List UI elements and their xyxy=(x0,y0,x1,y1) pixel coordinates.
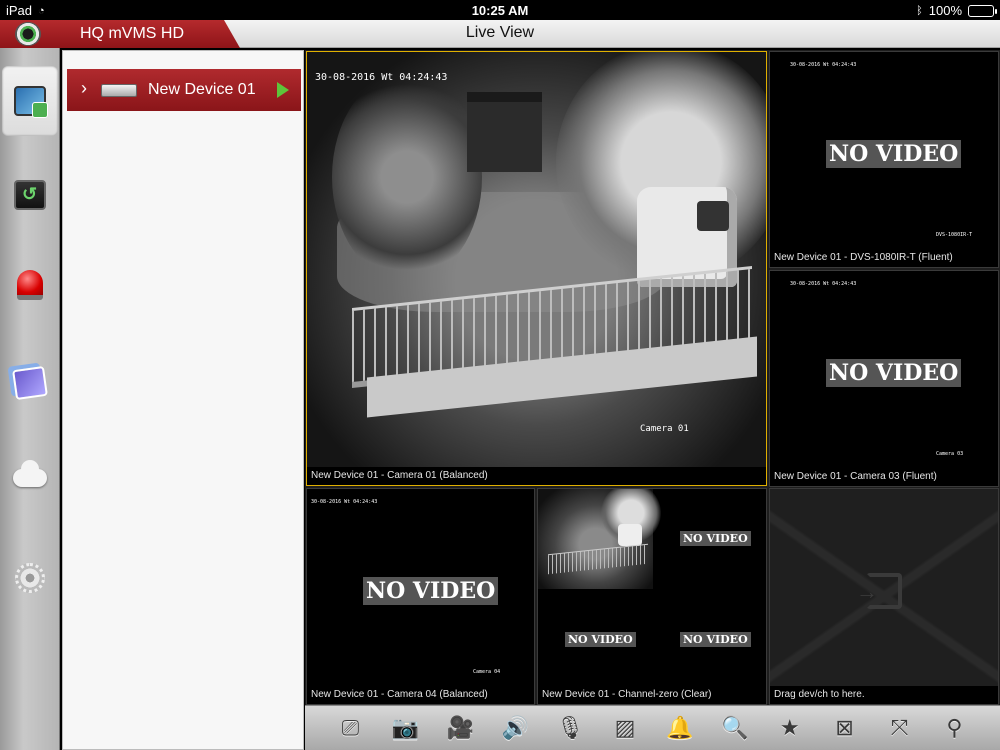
no-video-label: NO VIDEO xyxy=(363,577,499,605)
empty-video-slot[interactable]: Drag dev/ch to here. xyxy=(769,488,999,705)
osd-timestamp: 30-08-2016 Wt 04:24:43 xyxy=(790,281,857,287)
battery-percent: 100% xyxy=(928,3,962,18)
tile-caption: New Device 01 - Camera 04 (Balanced) xyxy=(307,686,534,704)
close-all-icon: ⊠ xyxy=(835,715,854,740)
video-tile-camera-03[interactable]: 30-08-2016 Wt 04:24:43 NO VIDEO Camera 0… xyxy=(769,270,999,487)
fullscreen-icon: ⤧ xyxy=(890,715,909,740)
no-video-label: NO VIDEO xyxy=(565,632,636,647)
record-button[interactable]: 🎥 xyxy=(443,712,477,744)
nav-media[interactable] xyxy=(2,348,58,418)
chevron-right-icon[interactable]: › xyxy=(81,78,87,99)
osd-camera-name: DVS-1080IR-T xyxy=(936,232,973,238)
image-quality-icon: ▨ xyxy=(614,715,636,740)
device-list-panel: › New Device 01 xyxy=(62,50,304,750)
capture-playback-button[interactable]: ⎚ xyxy=(333,712,367,744)
no-video-label: NO VIDEO xyxy=(680,531,751,546)
scene-tree-left xyxy=(332,72,482,282)
nav-playback[interactable] xyxy=(2,160,58,230)
ptz-icon: 🔔 xyxy=(666,715,694,740)
play-icon[interactable] xyxy=(277,82,289,98)
video-tile-camera-04[interactable]: 30-08-2016 Wt 04:24:43 NO VIDEO Camera 0… xyxy=(306,488,535,705)
ptz-button[interactable]: 🔔 xyxy=(663,712,697,744)
favorite-button[interactable]: ★ xyxy=(773,712,807,744)
location-button[interactable]: ⚲ xyxy=(937,712,971,744)
title-bar: HQ mVMS HD Live View xyxy=(0,20,1000,48)
camera-icon: 📷 xyxy=(391,715,420,740)
tile-caption: New Device 01 - Camera 01 (Balanced) xyxy=(307,467,766,485)
mini-van xyxy=(618,524,642,546)
no-video-label: NO VIDEO xyxy=(826,140,962,168)
mini-fence xyxy=(548,543,648,575)
osd-camera-name: Camera 01 xyxy=(640,424,689,434)
speaker-icon: 🔊 xyxy=(501,715,529,740)
scene-van-window xyxy=(697,201,729,231)
microphone-icon: 🎙 xyxy=(556,715,585,740)
clock: 10:25 AM xyxy=(471,3,529,18)
video-tile-camera-01[interactable]: 30-08-2016 Wt 04:24:43 Camera 01 New Dev… xyxy=(306,51,767,486)
zoom-in-icon: 🔍 xyxy=(721,715,749,740)
battery-icon xyxy=(968,4,997,17)
drag-drop-icon xyxy=(856,573,902,609)
nav-rail xyxy=(0,48,60,750)
tile-caption: New Device 01 - DVS-1080IR-T (Fluent) xyxy=(770,249,998,267)
alarm-icon xyxy=(17,270,43,300)
dvr-icon xyxy=(101,84,137,97)
bluetooth-icon: ᛒ xyxy=(916,4,923,17)
video-tile-channel-zero[interactable]: NO VIDEO NO VIDEO NO VIDEO New Device 01… xyxy=(537,488,767,705)
live-view-icon xyxy=(14,86,48,118)
digital-zoom-button[interactable]: 🔍 xyxy=(718,712,752,744)
capture-playback-icon: ⎚ xyxy=(341,715,360,740)
settings-icon xyxy=(15,563,45,593)
close-all-button[interactable]: ⊠ xyxy=(828,712,862,744)
app-name: HQ mVMS HD xyxy=(80,25,184,42)
mini-video-feed xyxy=(538,489,661,589)
scene-building xyxy=(467,92,542,172)
video-grid: 30-08-2016 Wt 04:24:43 Camera 01 New Dev… xyxy=(305,50,1000,705)
nav-alarm[interactable] xyxy=(2,250,58,320)
fullscreen-button[interactable]: ⤧ xyxy=(883,712,917,744)
status-bar: iPad ◔ 10:25 AM ᛒ 100% xyxy=(0,0,1000,20)
playback-icon xyxy=(14,180,46,210)
image-quality-button[interactable]: ▨ xyxy=(608,712,642,744)
audio-button[interactable]: 🔊 xyxy=(498,712,532,744)
location-icon: ⚲ xyxy=(946,715,963,740)
media-icon xyxy=(12,365,48,401)
nav-live-view[interactable] xyxy=(2,66,58,136)
favorite-star-icon: ★ xyxy=(779,715,800,740)
cloud-icon xyxy=(13,460,47,487)
tile-caption: New Device 01 - Camera 03 (Fluent) xyxy=(770,468,998,486)
app-tab[interactable]: HQ mVMS HD xyxy=(0,20,240,48)
live-view-toolbar: ⎚ 📷 🎥 🔊 🎙 ▨ 🔔 🔍 ★ ⊠ ⤧ ⚲ xyxy=(305,705,1000,750)
osd-camera-name: Camera 04 xyxy=(473,669,501,675)
live-video-feed xyxy=(307,52,766,467)
record-icon: 🎥 xyxy=(446,715,474,740)
device-item[interactable]: › New Device 01 xyxy=(67,69,301,111)
nav-cloud[interactable] xyxy=(2,443,58,513)
no-video-label: NO VIDEO xyxy=(826,359,962,387)
nav-settings[interactable] xyxy=(2,543,58,613)
osd-timestamp: 30-08-2016 Wt 04:24:43 xyxy=(315,72,448,83)
no-video-label: NO VIDEO xyxy=(680,632,751,647)
video-tile-dvs[interactable]: 30-08-2016 Wt 04:24:43 NO VIDEO DVS-1080… xyxy=(769,51,999,268)
tile-caption: Drag dev/ch to here. xyxy=(770,686,998,704)
app-logo-icon xyxy=(15,22,41,46)
snapshot-button[interactable]: 📷 xyxy=(388,712,422,744)
device-name: New Device 01 xyxy=(148,81,256,98)
osd-timestamp: 30-08-2016 Wt 04:24:43 xyxy=(311,499,378,505)
osd-timestamp: 30-08-2016 Wt 04:24:43 xyxy=(790,62,857,68)
tile-caption: New Device 01 - Channel-zero (Clear) xyxy=(538,686,766,704)
two-way-audio-button[interactable]: 🎙 xyxy=(553,712,587,744)
osd-camera-name: Camera 03 xyxy=(936,451,964,457)
